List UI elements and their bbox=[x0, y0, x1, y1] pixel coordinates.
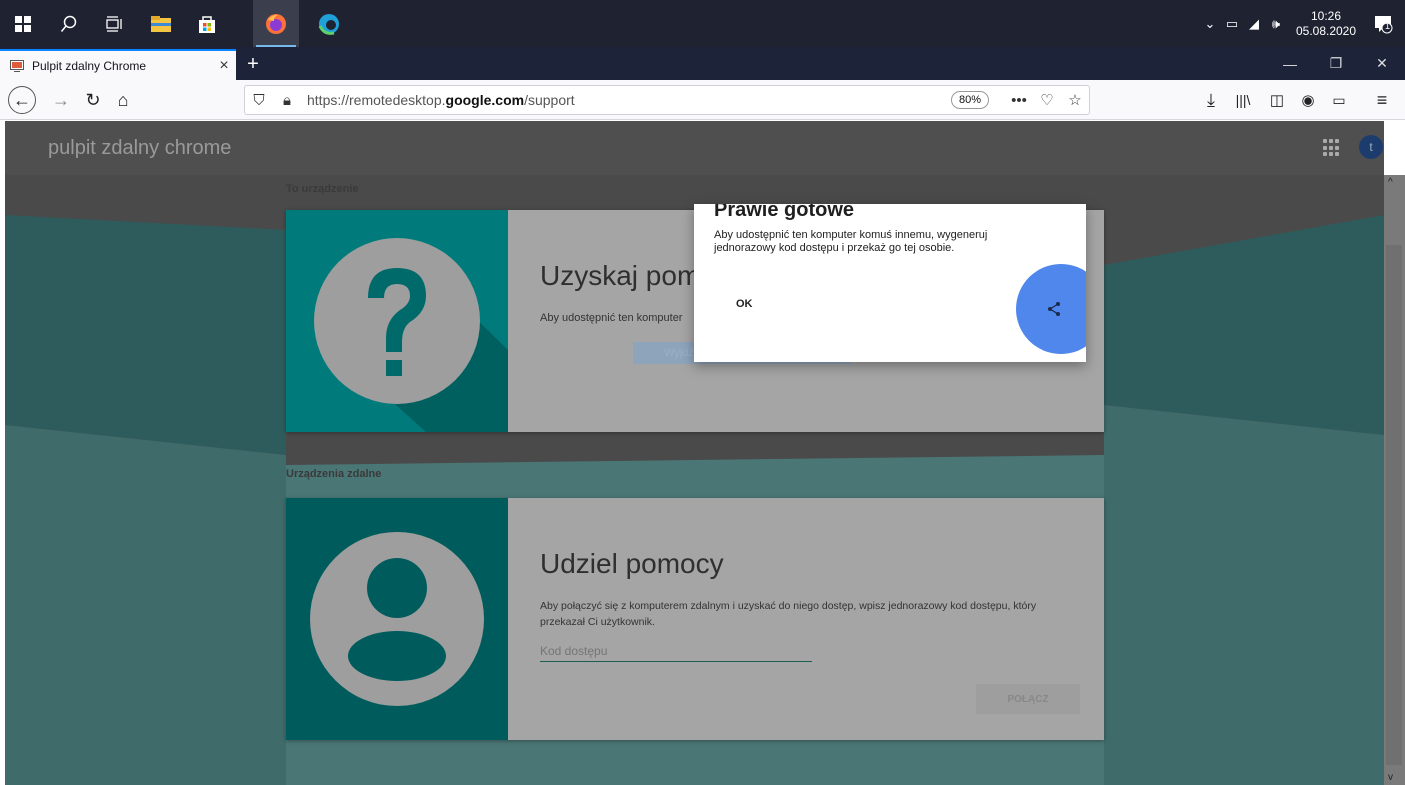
url-domain: google.com bbox=[445, 92, 525, 108]
dialog-text: Aby udostępnić ten komputer komuś innemu… bbox=[714, 229, 988, 254]
tab-active[interactable]: Pulpit zdalny Chrome × bbox=[0, 49, 236, 80]
home-button[interactable]: ⌂ bbox=[108, 85, 138, 115]
firefox-icon bbox=[266, 13, 286, 34]
account-icon: ◉ bbox=[1301, 92, 1315, 109]
url-path: /support bbox=[524, 92, 575, 108]
edge-taskbar-button[interactable] bbox=[306, 0, 352, 47]
task-view-button[interactable] bbox=[92, 0, 138, 47]
clock[interactable]: 10:26 05.08.2020 bbox=[1291, 9, 1361, 39]
share-button[interactable] bbox=[1016, 264, 1086, 354]
library-button[interactable]: |||\ bbox=[1228, 85, 1258, 115]
file-explorer-icon bbox=[151, 15, 171, 32]
avatar[interactable]: t bbox=[1359, 135, 1383, 159]
scrollbar-thumb[interactable] bbox=[1386, 245, 1402, 765]
volume-icon[interactable]: 🕪 bbox=[1265, 0, 1287, 47]
person-icon bbox=[310, 532, 484, 706]
firefox-taskbar-button[interactable] bbox=[253, 0, 299, 47]
tracking-protection-shield-icon[interactable]: ⛉ bbox=[245, 86, 273, 114]
give-help-card-art bbox=[286, 498, 508, 740]
access-code-input[interactable] bbox=[540, 640, 812, 662]
almost-ready-dialog: Prawie gotowe Aby udostępnić ten kompute… bbox=[694, 204, 1086, 362]
library-icon: |||\ bbox=[1235, 92, 1251, 108]
wifi-icon[interactable]: ◢ bbox=[1243, 0, 1265, 47]
lock-icon[interactable]: 🔒︎ bbox=[273, 86, 301, 114]
give-help-card: Udziel pomocy Aby połączyć się z kompute… bbox=[286, 498, 1104, 740]
chevron-up-icon[interactable]: ⌄ bbox=[1199, 0, 1221, 47]
account-button[interactable]: ◉ bbox=[1293, 85, 1323, 115]
browser-tab-strip: Pulpit zdalny Chrome × + — ❐ ✕ bbox=[0, 47, 1405, 80]
store-taskbar-button[interactable] bbox=[184, 0, 230, 47]
question-mark-icon bbox=[314, 238, 508, 432]
scroll-down-arrow-icon[interactable]: v bbox=[1388, 772, 1393, 783]
sidebar-button[interactable]: ◫ bbox=[1262, 85, 1292, 115]
menu-button[interactable]: ≡ bbox=[1367, 85, 1397, 115]
dialog-title: Prawie gotowe bbox=[714, 204, 855, 221]
remote-desktop-favicon-icon bbox=[10, 59, 24, 72]
battery-icon[interactable]: ▭ bbox=[1221, 0, 1243, 47]
arrow-right-icon: → bbox=[52, 89, 70, 110]
clock-time: 10:26 bbox=[1310, 8, 1342, 23]
give-help-card-body: Udziel pomocy Aby połączyć się z kompute… bbox=[508, 498, 1104, 740]
minimize-button[interactable]: — bbox=[1267, 47, 1313, 80]
forward-button[interactable]: → bbox=[46, 85, 76, 115]
new-tab-button[interactable]: + bbox=[240, 51, 266, 77]
apps-grid-icon[interactable] bbox=[1323, 139, 1341, 157]
connect-button[interactable]: POŁĄCZ bbox=[976, 684, 1080, 714]
section-label-remote-devices: Urządzenia zdalne bbox=[286, 468, 382, 480]
store-bag-icon bbox=[199, 15, 215, 33]
address-bar[interactable]: ⛉ 🔒︎ https://remotedesktop.google.com/su… bbox=[244, 85, 1090, 115]
url-text[interactable]: https://remotedesktop.google.com/support bbox=[307, 92, 951, 108]
remote-desktop-extension-icon: ▭ bbox=[1332, 91, 1346, 108]
system-tray: ⌄ ▭ ◢ 🕪 10:26 05.08.2020 1 bbox=[1199, 0, 1405, 47]
page-scrollbar[interactable]: ^ v bbox=[1384, 175, 1405, 785]
pocket-icon[interactable]: ♡ bbox=[1033, 86, 1061, 114]
tab-close-icon[interactable]: × bbox=[212, 57, 236, 75]
windows-taskbar: ⌄ ▭ ◢ 🕪 10:26 05.08.2020 1 bbox=[0, 0, 1405, 47]
sidebar-icon: ◫ bbox=[1269, 92, 1285, 109]
restore-button[interactable]: ❐ bbox=[1313, 47, 1359, 80]
give-help-title: Udziel pomocy bbox=[540, 548, 724, 579]
home-icon: ⌂ bbox=[117, 89, 129, 110]
page-actions-menu-icon[interactable]: ••• bbox=[1005, 86, 1033, 114]
zoom-level-badge[interactable]: 80% bbox=[950, 91, 989, 109]
download-icon: ⤓ bbox=[1207, 89, 1215, 110]
windows-logo-icon bbox=[15, 15, 31, 32]
share-icon bbox=[1048, 302, 1060, 316]
bookmark-star-icon[interactable]: ☆ bbox=[1061, 86, 1089, 114]
close-window-button[interactable]: ✕ bbox=[1359, 47, 1405, 80]
back-button[interactable]: ← bbox=[8, 86, 36, 114]
notification-count: 1 bbox=[1385, 21, 1391, 31]
scroll-up-arrow-icon[interactable]: ^ bbox=[1388, 177, 1393, 188]
app-header: pulpit zdalny chrome t bbox=[5, 121, 1384, 175]
remote-desktop-extension-button[interactable]: ▭ bbox=[1324, 85, 1354, 115]
edge-icon bbox=[318, 13, 339, 35]
reload-button[interactable]: ↻ bbox=[78, 85, 108, 115]
downloads-button[interactable]: ⤓ bbox=[1196, 85, 1226, 115]
hamburger-menu-icon: ≡ bbox=[1376, 89, 1388, 110]
url-prefix: https://remotedesktop. bbox=[307, 92, 446, 108]
arrow-left-icon: ← bbox=[13, 89, 31, 110]
give-help-description: Aby połączyć się z komputerem zdalnym i … bbox=[540, 600, 1037, 628]
clock-date: 05.08.2020 bbox=[1295, 23, 1357, 38]
task-view-icon bbox=[106, 15, 122, 32]
notification-center-button[interactable]: 1 bbox=[1361, 0, 1405, 47]
get-help-title: Uzyskaj pom bbox=[540, 260, 701, 291]
tab-title: Pulpit zdalny Chrome bbox=[32, 58, 147, 73]
section-label-this-device: To urządzenie bbox=[286, 183, 359, 195]
get-help-card-art bbox=[286, 210, 508, 432]
dialog-ok-button[interactable]: OK bbox=[732, 296, 757, 312]
reload-icon: ↻ bbox=[85, 89, 101, 110]
search-button[interactable] bbox=[46, 0, 92, 47]
navigation-toolbar: ← → ↻ ⌂ ⛉ 🔒︎ https://remotedesktop.googl… bbox=[0, 80, 1405, 120]
start-button[interactable] bbox=[0, 0, 46, 47]
search-icon bbox=[60, 15, 77, 32]
app-title[interactable]: pulpit zdalny chrome bbox=[48, 137, 231, 160]
file-explorer-taskbar-button[interactable] bbox=[138, 0, 184, 47]
